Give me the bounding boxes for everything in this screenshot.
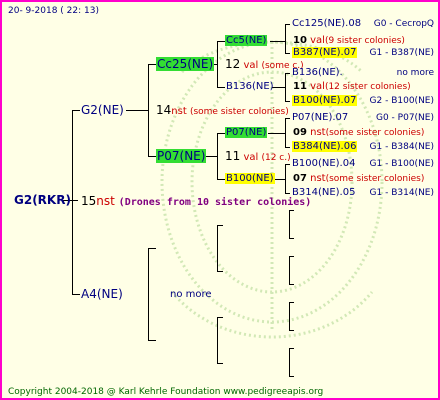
connector-line [285,118,286,147]
sire-drone-info: 14nst (some sister colonies) [156,103,289,118]
sire-label[interactable]: G2(NE) [81,103,124,117]
connector-line [289,256,294,257]
gen3-p07-label[interactable]: P07(NE) [225,127,268,139]
connector-line [285,53,290,54]
connector-line [289,302,294,303]
connector-line [72,110,73,294]
connector-line [217,87,225,88]
connector-line [285,118,290,119]
connector-line [217,317,218,363]
gen4-label[interactable]: B384(NE).06 [292,141,358,153]
gen2-cc25-label[interactable]: Cc25(NE) [156,57,215,71]
pedigree-frame: 20- 9-2018 ( 22: 13) Copyright 2004-2018… [0,0,440,400]
gen3-p07-info: 09 nst(some sister colonies) [293,127,425,138]
connector-line [126,110,148,111]
gen4-label[interactable]: Cc125(NE).08 [292,18,361,30]
connector-line [289,330,294,331]
gen3-b136-label[interactable]: B136(NE) [226,81,274,93]
gen2-p07-label[interactable]: P07(NE) [156,149,207,163]
sire-drone-count: 14 [156,103,172,117]
connector-line [289,210,290,238]
connector-line [148,340,156,341]
connector-line [285,164,290,165]
date-stamp: 20- 9-2018 ( 22: 13) [8,6,99,16]
root-drone-count: 15 [81,194,97,208]
gen3-b100-label[interactable]: B100(NE) [225,173,275,185]
connector-line [217,41,225,42]
gen3-cc5-label[interactable]: Cc5(NE) [225,35,268,47]
dam-label[interactable]: A4(NE) [81,287,123,301]
connector-line [274,179,285,180]
connector-line [289,210,294,211]
sire-drone-desc: (some sister colonies) [189,107,289,117]
connector-line [148,64,156,65]
connector-line [72,294,80,295]
connector-line [217,179,225,180]
connector-line [289,376,294,377]
connector-line [217,133,225,134]
connector-line [285,73,290,74]
connector-line [285,24,290,25]
root-queen-label[interactable]: G2(RKR) [14,193,71,207]
gen3-b136-info: 11 val(12 sister colonies) [293,81,411,92]
connector-line [285,73,286,101]
gen4-right: G1 - B100(NE) [369,159,434,169]
connector-line [217,225,218,271]
connector-line [289,348,290,376]
copyright-footer: Copyright 2004-2018 @ Karl Kehrle Founda… [8,387,324,397]
connector-line [148,156,156,157]
connector-line [217,317,223,318]
connector-line [217,271,223,272]
root-nst: nst [96,194,115,208]
gen4-label[interactable]: B387(NE).07 [292,47,358,59]
connector-line [148,64,149,156]
connector-line [289,302,290,330]
root-drone-info: 15nst (Drones from 10 sister colonies) [81,194,311,210]
connector-line [270,41,285,42]
sire-nst: nst [171,106,187,117]
connector-line [217,225,223,226]
gen4-right: G1 - B387(NE) [369,48,434,58]
connector-line [289,238,294,239]
gen4-label[interactable]: B314(NE).05 [292,187,355,199]
gen4-right: G0 - CecropQ [373,19,434,29]
connector-line [285,24,286,53]
gen4-label[interactable]: P07(NE).07 [292,112,348,124]
root-drone-desc: (Drones from 10 sister colonies) [118,197,312,208]
gen4-label[interactable]: B100(NE).04 [292,158,355,170]
connector-line [148,248,149,340]
gen3-cc5-info: 10 val(9 sister colonies) [293,35,405,46]
gen4-right: G0 - P07(NE) [376,113,434,123]
gen4-label[interactable]: B100(NE).07 [292,95,358,107]
gen3-b100-info: 07 nst(some sister colonies) [293,173,425,184]
connector-line [217,133,218,179]
gen2-p07-info: 11 val (12 c.) [225,149,291,163]
connector-line [285,147,290,148]
connector-line [289,256,290,284]
connector-line [72,110,80,111]
connector-line [289,284,294,285]
connector-line [217,363,223,364]
gen4-right: G1 - B384(NE) [369,142,434,152]
connector-line [268,133,285,134]
connector-line [285,164,286,193]
gen4-label[interactable]: B136(NE). [292,67,343,79]
dam-no-more: no more [170,289,212,300]
gen4-right: G2 - B100(NE) [369,96,434,106]
connector-line [289,348,294,349]
gen4-right: no more [396,68,434,78]
connector-line [217,41,218,87]
connector-line [285,101,290,102]
gen4-right: G1 - B314(NE) [369,188,434,198]
connector-line [148,248,156,249]
